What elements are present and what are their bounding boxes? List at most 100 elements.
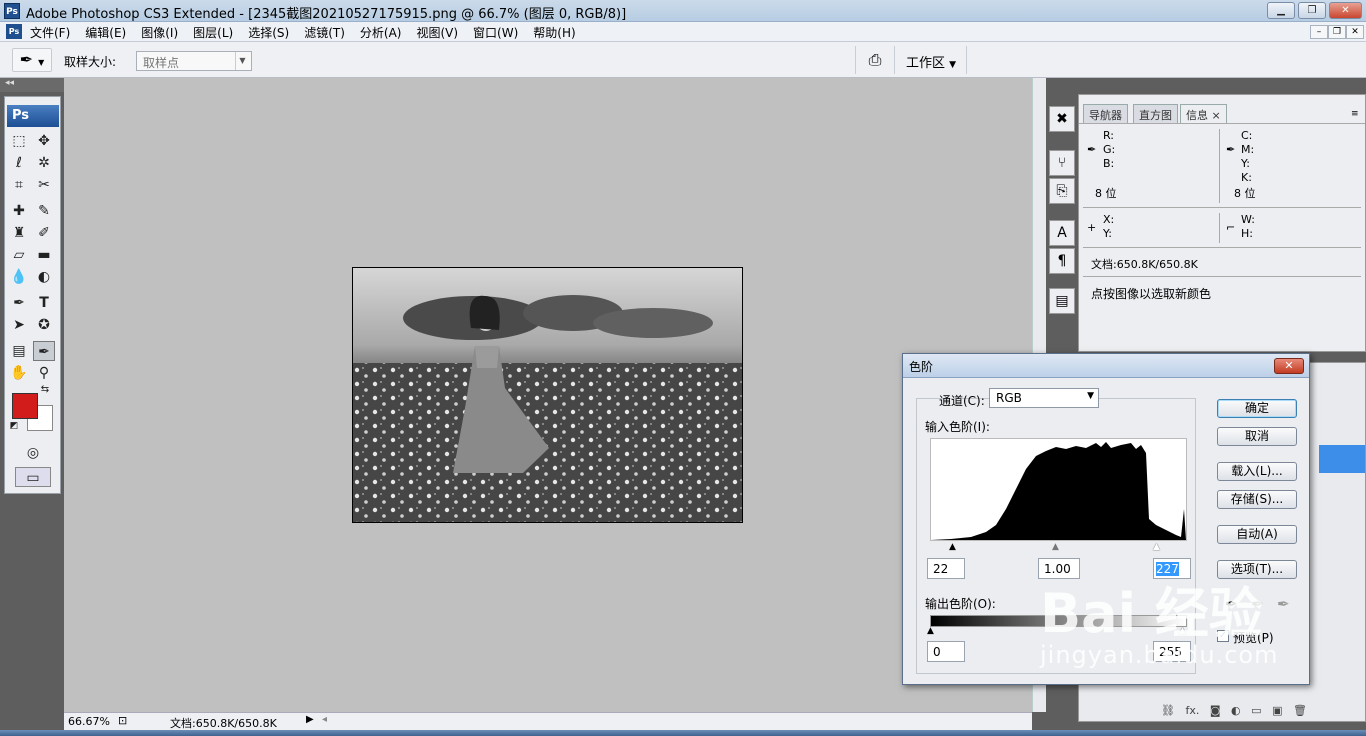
output-black-field[interactable]: 0 <box>927 641 965 662</box>
maximize-button[interactable]: ❐ <box>1298 2 1326 19</box>
layer-comps-icon[interactable]: ▤ <box>1049 288 1075 314</box>
eraser-tool-icon[interactable]: ▱ <box>8 245 30 265</box>
paragraph-icon[interactable]: ¶ <box>1049 248 1075 274</box>
ok-button[interactable]: 确定 <box>1217 399 1297 418</box>
menu-edit[interactable]: 编辑(E) <box>85 24 126 41</box>
zoom-level[interactable]: 66.67% <box>68 715 110 728</box>
menu-window[interactable]: 窗口(W) <box>473 24 518 41</box>
dialog-title-bar[interactable]: 色阶 ✕ <box>903 354 1309 378</box>
tab-navigator[interactable]: 导航器 <box>1083 104 1128 123</box>
output-black-slider[interactable]: ▲ <box>927 626 934 636</box>
input-white-field[interactable]: 227 <box>1153 558 1191 579</box>
eyedropper-tool-icon[interactable]: ✒ <box>33 341 55 361</box>
eyedropper-icon: ✒ <box>1226 143 1236 156</box>
new-layer-icon[interactable]: ▣ <box>1272 704 1282 717</box>
menu-filter[interactable]: 滤镜(T) <box>304 24 345 41</box>
type-tool-icon[interactable]: T <box>33 293 55 313</box>
lasso-tool-icon[interactable]: ℓ <box>8 153 30 173</box>
tab-info[interactable]: 信息 × <box>1180 104 1227 123</box>
toolbox-header-strip[interactable]: ◂◂ <box>0 78 64 92</box>
white-point-slider[interactable]: ▲ <box>1153 542 1160 552</box>
dodge-tool-icon[interactable]: ◐ <box>33 267 55 287</box>
selected-layer-row[interactable] <box>1319 445 1365 473</box>
tool-presets-icon[interactable]: ✖ <box>1049 106 1075 132</box>
options-button[interactable]: 选项(T)... <box>1217 560 1297 579</box>
tab-histogram[interactable]: 直方图 <box>1133 104 1178 123</box>
hand-tool-icon[interactable]: ✋ <box>8 363 30 383</box>
menu-analysis[interactable]: 分析(A) <box>360 24 402 41</box>
gamma-slider[interactable]: ▲ <box>1052 542 1059 552</box>
brush-tool-icon[interactable]: ✎ <box>33 201 55 221</box>
clone-source-icon[interactable]: ⎘ <box>1049 178 1075 204</box>
clone-stamp-tool-icon[interactable]: ♜ <box>8 223 30 243</box>
doc-restore-button[interactable]: ❐ <box>1328 25 1346 39</box>
status-preview-icon[interactable]: ⊡ <box>118 714 127 727</box>
input-gamma-field[interactable]: 1.00 <box>1038 558 1080 579</box>
quick-mask-icon[interactable]: ◎ <box>22 443 44 463</box>
zoom-tool-icon[interactable]: ⚲ <box>33 363 55 383</box>
notes-tool-icon[interactable]: ▤ <box>8 341 30 361</box>
close-window-button[interactable]: ✕ <box>1329 2 1362 19</box>
trash-icon[interactable]: 🗑 <box>1293 704 1307 717</box>
brushes-icon[interactable]: ⑂ <box>1049 150 1075 176</box>
new-group-icon[interactable]: ▭ <box>1251 704 1261 717</box>
channel-select[interactable]: RGB ▼ <box>989 388 1099 408</box>
add-mask-icon[interactable]: ◙ <box>1210 704 1221 717</box>
document-icon[interactable]: Ps <box>6 24 22 39</box>
load-button[interactable]: 载入(L)... <box>1217 462 1297 481</box>
magic-wand-tool-icon[interactable]: ✲ <box>33 153 55 173</box>
save-button[interactable]: 存储(S)... <box>1217 490 1297 509</box>
menu-view[interactable]: 视图(V) <box>416 24 458 41</box>
default-colors-icon[interactable]: ◩ <box>7 419 21 433</box>
close-icon[interactable]: × <box>1212 109 1221 122</box>
history-brush-tool-icon[interactable]: ✐ <box>33 223 55 243</box>
sample-size-select[interactable]: 取样点 ▼ <box>136 51 252 71</box>
marquee-tool-icon[interactable]: ⬚ <box>8 131 30 151</box>
menu-file[interactable]: 文件(F) <box>30 24 70 41</box>
status-menu-arrow-icon[interactable]: ▶ <box>306 714 314 725</box>
pen-tool-icon[interactable]: ✒ <box>8 293 30 313</box>
menu-image[interactable]: 图像(I) <box>141 24 178 41</box>
doc-close-button[interactable]: ✕ <box>1346 25 1364 39</box>
healing-brush-tool-icon[interactable]: ✚ <box>8 201 30 221</box>
panel-menu-icon[interactable]: ≡ <box>1351 109 1359 119</box>
blur-tool-icon[interactable]: 💧 <box>8 267 30 287</box>
dialog-title: 色阶 <box>909 360 934 374</box>
watermark-logo-text: Bai 经验 <box>1040 582 1263 645</box>
rgb-labels: R: G: B: <box>1103 129 1116 170</box>
black-point-slider[interactable]: ▲ <box>949 542 956 552</box>
gradient-tool-icon[interactable]: ▬ <box>33 245 55 265</box>
dialog-close-button[interactable]: ✕ <box>1274 358 1304 374</box>
character-icon[interactable]: A <box>1049 220 1075 246</box>
document-image[interactable] <box>352 267 743 523</box>
cancel-button[interactable]: 取消 <box>1217 427 1297 446</box>
sample-size-label: 取样大小: <box>64 55 117 69</box>
menu-help[interactable]: 帮助(H) <box>533 24 575 41</box>
baidu-jingyan-watermark: Bai 经验 jingyan.baidu.com <box>1040 582 1278 669</box>
shape-tool-icon[interactable]: ✪ <box>33 315 55 335</box>
eyedropper-tool-preset-picker[interactable]: ✒ ▼ <box>12 48 52 72</box>
workspace-label: 工作区 <box>906 56 946 71</box>
minimize-button[interactable]: ▁ <box>1267 2 1295 19</box>
bridge-icon[interactable]: ⎙ <box>862 48 888 72</box>
adjustment-layer-icon[interactable]: ◐ <box>1231 704 1241 717</box>
screen-mode-icon[interactable]: ▭ <box>15 467 51 487</box>
chevron-down-icon: ▼ <box>38 58 45 67</box>
move-tool-icon[interactable]: ✥ <box>33 131 55 151</box>
doc-minimize-button[interactable]: – <box>1310 25 1328 39</box>
sample-size-value: 取样点 <box>143 56 180 70</box>
workspace-menu[interactable]: 工作区 ▼ <box>906 52 956 71</box>
swap-colors-icon[interactable]: ⇆ <box>38 383 52 397</box>
slice-tool-icon[interactable]: ✂ <box>33 175 55 195</box>
white-eyedropper-icon[interactable]: ✒ <box>1277 595 1290 613</box>
link-layers-icon[interactable]: ⛓ <box>1161 704 1175 717</box>
scroll-left-arrow-icon[interactable]: ◂ <box>322 714 327 725</box>
auto-button[interactable]: 自动(A) <box>1217 525 1297 544</box>
menu-select[interactable]: 选择(S) <box>248 24 289 41</box>
crop-tool-icon[interactable]: ⌗ <box>8 175 30 195</box>
input-black-field[interactable]: 22 <box>927 558 965 579</box>
fx-icon[interactable]: fx. <box>1185 704 1199 717</box>
path-selection-tool-icon[interactable]: ➤ <box>8 315 30 335</box>
foreground-color-swatch[interactable] <box>12 393 38 419</box>
menu-layer[interactable]: 图层(L) <box>193 24 233 41</box>
